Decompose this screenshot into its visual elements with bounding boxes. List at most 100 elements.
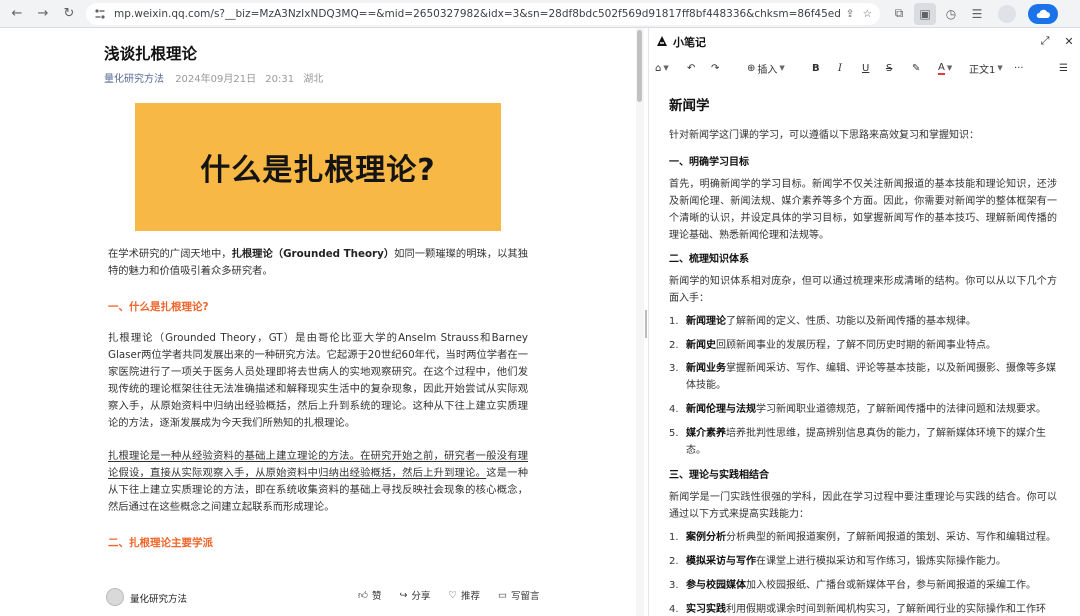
list-item-text: 了解新闻的定义、性质、功能以及新闻传播的基本规律。 <box>726 316 976 327</box>
notes-logo-icon <box>657 36 667 46</box>
side-panel-icon[interactable]: ▣ <box>914 2 936 25</box>
article-date: 2024年09月21日 <box>175 74 257 85</box>
recommend-label: 推荐 <box>460 591 480 602</box>
article-pane: 浅谈扎根理论 量化研究方法 2024年09月21日 20:31 湖北 什么是扎根… <box>0 28 636 616</box>
list-item-text: 回顾新闻事业的发展历程，了解不同历史时期的新闻事业特点。 <box>716 340 996 351</box>
list-item[interactable]: 3. 新闻业务掌握新闻采访、写作、编辑、评论等基本技能，以及新闻摄影、摄像等多媒体… <box>669 360 1059 394</box>
menu-list-icon[interactable]: ☰ <box>966 3 988 25</box>
article-scroll-thumb[interactable] <box>637 30 642 102</box>
plus-circle-icon: ⊕ <box>747 62 756 74</box>
list-item[interactable]: 2. 模拟采访与写作在课堂上进行模拟采访和写作练习，锻炼实际操作能力。 <box>669 553 1059 570</box>
text-style-dropdown[interactable]: 正文1 ▼ <box>969 60 1003 76</box>
cloud-icon[interactable] <box>1028 3 1058 24</box>
note-intro[interactable]: 针对新闻学这门课的学习，可以遵循以下思路来高效复习和掌握知识： <box>669 127 1057 144</box>
font-color-button[interactable]: A ▼ <box>938 60 952 76</box>
forward-icon[interactable]: → <box>32 3 54 25</box>
list-item-text: 在课堂上进行模拟采访和写作练习，锻炼实际操作能力。 <box>756 556 1006 567</box>
article-scrollbar[interactable] <box>636 28 644 616</box>
extensions-icon[interactable]: ⧉ <box>888 3 910 25</box>
strikethrough-icon[interactable]: S <box>886 60 892 76</box>
history-icon[interactable]: ◷ <box>940 3 962 25</box>
section-heading-2: 二、扎根理论主要学派 <box>108 537 213 549</box>
like-button[interactable]: 👍︎ 赞 <box>358 588 381 602</box>
insert-button[interactable]: ⊕ 插入 ▼ <box>747 60 785 76</box>
list-item-bold: 新闻业务 <box>686 363 726 374</box>
note-section-2-title[interactable]: 二、梳理知识体系 <box>669 250 749 265</box>
list-item-bold: 案例分析 <box>686 532 726 543</box>
profile-avatar[interactable] <box>998 4 1016 23</box>
home-dropdown[interactable]: ⌂ ▼ <box>655 60 669 76</box>
more-options-button[interactable]: ··· <box>1014 60 1024 76</box>
paragraph-2: 扎根理论是一种从经验资料的基础上建立理论的方法。在研究开始之前，研究者一般没有理… <box>108 448 528 516</box>
list-number: 3. <box>669 363 679 374</box>
share-page-icon[interactable]: ⇪ <box>846 8 855 20</box>
footer-author-avatar[interactable] <box>106 588 124 606</box>
list-item[interactable]: 1. 新闻理论了解新闻的定义、性质、功能以及新闻传播的基本规律。 <box>669 313 1059 330</box>
list-number: 4. <box>669 404 679 415</box>
list-item[interactable]: 5. 媒介素养培养批判性思维，提高辨别信息真伪的能力，了解新媒体环境下的媒介生态。 <box>669 425 1059 459</box>
thumbs-up-icon: 👍︎ <box>358 590 368 601</box>
chevron-down-icon: ▼ <box>663 64 669 72</box>
list-item[interactable]: 2. 新闻史回顾新闻事业的发展历程，了解不同历史时期的新闻事业特点。 <box>669 337 1059 354</box>
note-section-3-body[interactable]: 新闻学是一门实践性很强的学科，因此在学习过程中要注重理论与实践的结合。你可以通过… <box>669 489 1057 523</box>
url-text[interactable]: mp.weixin.qq.com/s?__biz=MzA3NzIxNDQ3MQ=… <box>114 8 840 20</box>
list-number: 2. <box>669 556 679 567</box>
notes-side-panel: 小笔记 ⤢ ✕ ⌂ ▼ ↶ ↷ ⊕ 插入 ▼ B I U S ✎ A ▼ 正文1 ▼ ··… <box>648 28 1080 616</box>
close-icon[interactable]: ✕ <box>1062 34 1076 48</box>
intro-bold: 扎根理论（Grounded Theory） <box>231 248 395 260</box>
banner-text: 什么是扎根理论? <box>200 153 436 188</box>
list-item[interactable]: 4. 新闻伦理与法规学习新闻职业道德规范，了解新闻传播中的法律问题和法规要求。 <box>669 401 1059 418</box>
list-item-bold: 新闻伦理与法规 <box>686 404 756 415</box>
heart-icon: ♡ <box>448 589 457 601</box>
chevron-down-icon: ▼ <box>779 64 785 72</box>
outline-list-icon[interactable]: ☰ <box>1059 60 1068 76</box>
list-item-text: 分析典型的新闻报道案例，了解新闻报道的策划、采访、写作和编辑过程。 <box>726 532 1056 543</box>
highlight-icon[interactable]: ✎ <box>912 60 920 76</box>
bold-icon[interactable]: B <box>812 60 820 76</box>
list-item-bold: 参与校园媒体 <box>686 580 746 591</box>
comment-icon: ▭ <box>497 589 507 601</box>
notes-app-title: 小笔记 <box>673 36 706 49</box>
bookmark-star-icon[interactable]: ☆ <box>863 8 872 20</box>
note-heading[interactable]: 新闻学 <box>669 94 710 114</box>
panel-resize-handle[interactable] <box>645 310 647 338</box>
list-item-text: 学习新闻职业道德规范，了解新闻传播中的法律问题和法规要求。 <box>756 404 1046 415</box>
chevron-down-icon: ▼ <box>997 64 1003 72</box>
list-item-text: 加入校园报纸、广播台或新媒体平台，参与新闻报道的采编工作。 <box>746 580 1036 591</box>
recommend-button[interactable]: ♡ 推荐 <box>448 588 480 603</box>
note-section-2-body[interactable]: 新闻学的知识体系相对庞杂，但可以通过梳理来形成清晰的结构。你可以从以下几个方面入… <box>669 273 1057 307</box>
article-title: 浅谈扎根理论 <box>104 45 198 63</box>
site-settings-icon[interactable] <box>94 8 106 20</box>
article-location: 湖北 <box>303 74 324 85</box>
address-bar[interactable]: mp.weixin.qq.com/s?__biz=MzA3NzIxNDQ3MQ=… <box>86 2 880 25</box>
expand-icon[interactable]: ⤢ <box>1038 34 1052 48</box>
back-icon[interactable]: ← <box>6 3 28 25</box>
editor-toolbar: ⌂ ▼ ↶ ↷ ⊕ 插入 ▼ B I U S ✎ A ▼ 正文1 ▼ ··· ☰ <box>649 56 1080 80</box>
list-number: 3. <box>669 580 679 591</box>
list-item-text: 培养批判性思维，提高辨别信息真伪的能力，了解新媒体环境下的媒介生态。 <box>686 428 1046 456</box>
note-section-1-body[interactable]: 首先，明确新闻学的学习目标。新闻学不仅关注新闻报道的基本技能和理论知识，还涉及新… <box>669 176 1057 244</box>
list-number: 5. <box>669 428 679 439</box>
italic-icon[interactable]: I <box>838 60 842 76</box>
redo-icon[interactable]: ↷ <box>711 60 719 76</box>
list-item-bold: 实习实践 <box>686 604 726 615</box>
undo-icon[interactable]: ↶ <box>687 60 695 76</box>
share-button[interactable]: ↪ 分享 <box>399 588 430 603</box>
underline-icon[interactable]: U <box>862 60 869 76</box>
list-item[interactable]: 3. 参与校园媒体加入校园报纸、广播台或新媒体平台，参与新闻报道的采编工作。 <box>669 577 1059 594</box>
list-item-bold: 模拟采访与写作 <box>686 556 756 567</box>
like-label: 赞 <box>371 591 382 602</box>
section-heading-1: 一、什么是扎根理论? <box>108 301 209 313</box>
list-item[interactable]: 4. 实习实践利用假期或课余时间到新闻机构实习，了解新闻行业的实际操作和工作环 <box>669 601 1059 616</box>
footer-author-name[interactable]: 量化研究方法 <box>130 591 187 605</box>
article-time: 20:31 <box>265 74 295 85</box>
reload-icon[interactable]: ↻ <box>58 3 80 25</box>
list-item-text: 掌握新闻采访、写作、编辑、评论等基本技能，以及新闻摄影、摄像等多媒体技能。 <box>686 363 1056 391</box>
paragraph-2-underlined: 扎根理论是一种从经验资料的基础上建立理论的方法。在研究开始之前，研究者一般没有理… <box>108 450 528 479</box>
article-meta: 量化研究方法 2024年09月21日 20:31 湖北 <box>104 70 329 85</box>
note-section-1-title[interactable]: 一、明确学习目标 <box>669 153 749 168</box>
comment-button[interactable]: ▭ 写留言 <box>497 588 540 603</box>
article-author-link[interactable]: 量化研究方法 <box>104 74 164 85</box>
note-section-3-title[interactable]: 三、理论与实践相结合 <box>669 466 769 481</box>
list-item[interactable]: 1. 案例分析分析典型的新闻报道案例，了解新闻报道的策划、采访、写作和编辑过程。 <box>669 529 1059 546</box>
